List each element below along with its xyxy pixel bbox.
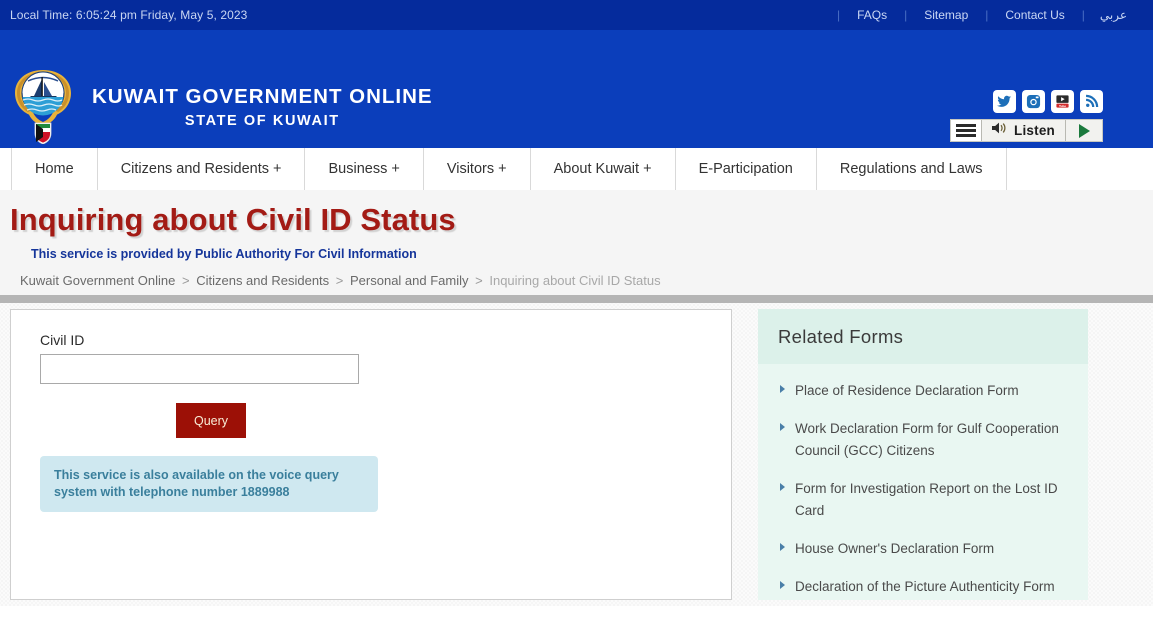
breadcrumb-separator: > [335, 273, 344, 288]
section-divider [0, 295, 1153, 303]
bullet-triangle-icon [780, 483, 785, 491]
bullet-triangle-icon [780, 385, 785, 393]
breadcrumb-separator: > [181, 273, 190, 288]
list-item[interactable]: Place of Residence Declaration Form [780, 380, 1070, 402]
kuwait-emblem-icon [12, 66, 74, 145]
related-forms-heading: Related Forms [758, 309, 1088, 364]
nav-right-spacer [1007, 148, 1135, 190]
service-provider-note: This service is provided by Public Autho… [31, 247, 417, 261]
settings-lines-icon[interactable] [951, 120, 983, 141]
related-forms-panel: Related Forms Place of Residence Declara… [758, 309, 1088, 600]
voice-service-note: This service is also available on the vo… [40, 456, 378, 512]
nav-item-home[interactable]: Home [11, 148, 98, 190]
top-utility-bar: Local Time: 6:05:24 pm Friday, May 5, 20… [0, 0, 1153, 30]
nav-item-about-kuwait[interactable]: About Kuwait + [530, 148, 676, 190]
breadcrumb-item-personal-and-family[interactable]: Personal and Family [350, 273, 469, 288]
social-links: Tube [993, 90, 1103, 113]
twitter-icon[interactable] [993, 90, 1016, 113]
list-item[interactable]: Declaration of the Picture Authenticity … [780, 576, 1070, 598]
list-item[interactable]: House Owner's Declaration Form [780, 538, 1070, 560]
link-faqs[interactable]: FAQs [841, 8, 903, 22]
bullet-triangle-icon [780, 581, 785, 589]
query-button[interactable]: Query [176, 403, 246, 438]
nav-item-visitors[interactable]: Visitors + [423, 148, 531, 190]
nav-item-business[interactable]: Business + [305, 148, 424, 190]
bullet-triangle-icon [780, 543, 785, 551]
instagram-icon[interactable] [1022, 90, 1045, 113]
brand-text: KUWAIT GOVERNMENT ONLINE STATE OF KUWAIT [92, 81, 433, 129]
site-header: KUWAIT GOVERNMENT ONLINE STATE OF KUWAIT… [0, 30, 1153, 145]
related-form-link[interactable]: House Owner's Declaration Form [795, 538, 994, 560]
related-form-link[interactable]: Declaration of the Picture Authenticity … [795, 576, 1055, 598]
related-forms-list: Place of Residence Declaration Form Work… [758, 364, 1088, 598]
play-triangle-icon[interactable] [1065, 120, 1102, 141]
main-navigation: Home Citizens and Residents + Business +… [0, 145, 1153, 190]
nav-left-spacer [0, 148, 11, 190]
civil-id-label: Civil ID [40, 332, 85, 348]
nav-item-e-participation[interactable]: E-Participation [675, 148, 817, 190]
breadcrumb-current: Inquiring about Civil ID Status [489, 273, 661, 288]
breadcrumb-separator: > [475, 273, 483, 288]
bullet-triangle-icon [780, 423, 785, 431]
link-contact-us[interactable]: Contact Us [989, 8, 1080, 22]
link-arabic[interactable]: عربي [1086, 8, 1139, 22]
brand-block[interactable]: KUWAIT GOVERNMENT ONLINE STATE OF KUWAIT [12, 66, 433, 145]
top-links: | FAQs | Sitemap | Contact Us | عربي [836, 8, 1139, 22]
content-area: Civil ID Query This service is also avai… [0, 303, 1153, 606]
brand-subtitle: STATE OF KUWAIT [184, 112, 340, 129]
related-form-link[interactable]: Place of Residence Declaration Form [795, 380, 1019, 402]
related-form-link[interactable]: Form for Investigation Report on the Los… [795, 478, 1070, 522]
nav-item-regulations-and-laws[interactable]: Regulations and Laws [816, 148, 1007, 190]
listen-button[interactable]: Listen [982, 121, 1065, 140]
related-form-link[interactable]: Work Declaration Form for Gulf Cooperati… [795, 418, 1070, 462]
list-item[interactable]: Form for Investigation Report on the Los… [780, 478, 1070, 522]
breadcrumb-item-home[interactable]: Kuwait Government Online [20, 273, 175, 288]
listen-widget[interactable]: Listen [950, 119, 1103, 142]
list-item[interactable]: Work Declaration Form for Gulf Cooperati… [780, 418, 1070, 462]
youtube-icon[interactable]: Tube [1051, 90, 1074, 113]
local-time-text: Local Time: 6:05:24 pm Friday, May 5, 20… [10, 8, 248, 22]
breadcrumb: Kuwait Government Online > Citizens and … [20, 273, 1153, 288]
nav-item-citizens-and-residents[interactable]: Citizens and Residents + [97, 148, 306, 190]
brand-title: KUWAIT GOVERNMENT ONLINE [92, 85, 433, 109]
listen-label: Listen [1014, 123, 1055, 138]
speaker-icon [991, 121, 1009, 140]
service-form-panel: Civil ID Query This service is also avai… [10, 309, 732, 600]
breadcrumb-item-citizens[interactable]: Citizens and Residents [196, 273, 329, 288]
page-title-block: Inquiring about Civil ID Status This ser… [0, 190, 1153, 295]
civil-id-input[interactable] [40, 354, 359, 384]
page-title: Inquiring about Civil ID Status [10, 202, 456, 237]
link-sitemap[interactable]: Sitemap [908, 8, 984, 22]
svg-text:Tube: Tube [1059, 104, 1066, 108]
rss-icon[interactable] [1080, 90, 1103, 113]
